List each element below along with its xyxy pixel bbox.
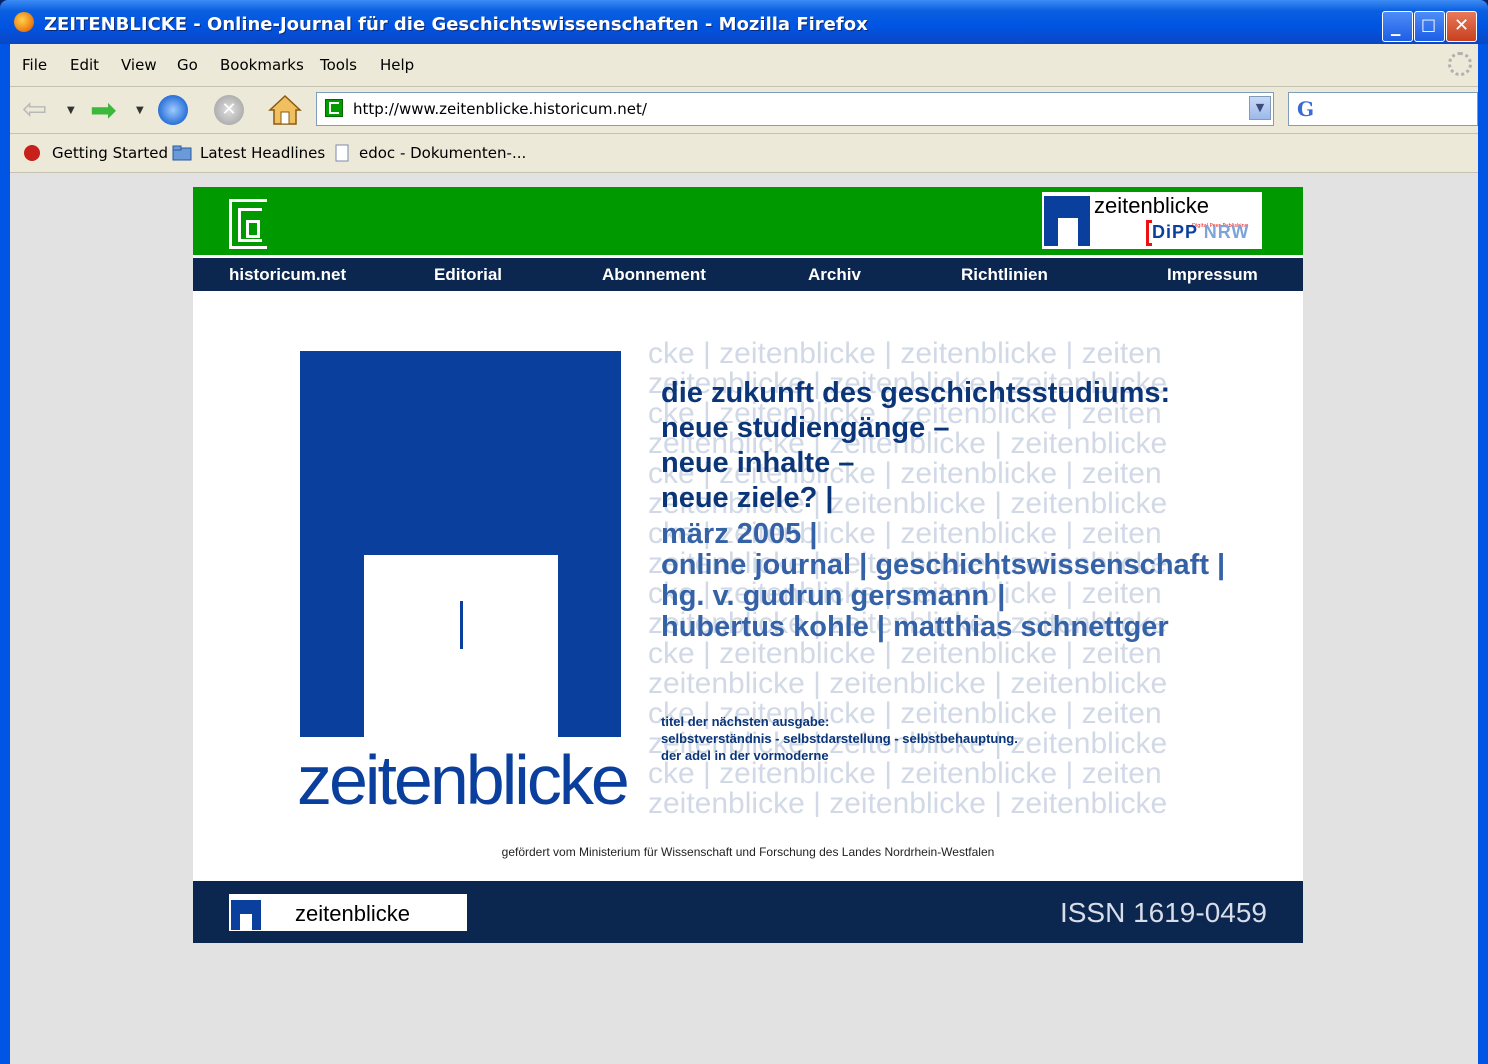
window-frame-left	[0, 44, 10, 1064]
bookmarks-toolbar: Getting Started Latest Headlines edoc - …	[10, 134, 1478, 173]
sponsor-note: gefördert vom Ministerium für Wissenscha…	[501, 845, 995, 859]
menu-help[interactable]: Help	[380, 56, 414, 74]
maximize-button[interactable]: □	[1414, 11, 1445, 42]
window-titlebar[interactable]: ZEITENBLICKE - Online-Journal für die Ge…	[0, 0, 1488, 44]
footer-logo[interactable]: zeitenblicke	[229, 894, 467, 931]
pattern-row: cke | zeitenblicke | zeitenblicke | zeit…	[648, 637, 1162, 670]
next-issue-title: selbstverständnis - selbstdarstellung - …	[661, 731, 1018, 746]
historicum-logo-icon[interactable]	[229, 199, 267, 249]
logo-word: zeitenblicke	[1094, 193, 1209, 218]
editors-line: hubertus kohle | matthias schnettger	[661, 611, 1169, 643]
back-history-dropdown-icon[interactable]: ▼	[67, 105, 75, 116]
zeitenblicke-wordmark: zeitenblicke	[297, 741, 630, 819]
issue-date: märz 2005 |	[661, 518, 818, 550]
page-icon	[335, 144, 349, 162]
zeitenblicke-logo-graphic	[300, 351, 621, 737]
bookmark-getting-started[interactable]: Getting Started	[52, 144, 168, 162]
search-box[interactable]: G	[1288, 92, 1478, 126]
bookmark-latest-headlines[interactable]: Latest Headlines	[200, 144, 325, 162]
menu-file[interactable]: File	[22, 56, 47, 74]
zeitenblicke-dipp-logo[interactable]: zeitenblicke Digital Peer Publishing DiP…	[1042, 192, 1262, 249]
dipp-text: DiPP	[1152, 222, 1198, 242]
minimize-button[interactable]: ▁	[1382, 11, 1413, 42]
navigation-toolbar: ⇦ ▼ ➡ ▼ ✕ http://www.zeitenblicke.histor…	[10, 87, 1478, 134]
menu-edit[interactable]: Edit	[70, 56, 99, 74]
getting-started-icon	[24, 145, 40, 161]
nrw-text: NRW	[1203, 222, 1250, 242]
menu-bar: File Edit View Go Bookmarks Tools Help	[10, 44, 1478, 87]
web-page: zeitenblicke Digital Peer Publishing DiP…	[193, 187, 1303, 943]
dipp-nrw-label: DiPP NRW	[1146, 222, 1249, 243]
pattern-row: zeitenblicke | zeitenblicke | zeitenblic…	[648, 667, 1168, 700]
site-navigation: historicum.net Editorial Abonnement Arch…	[193, 258, 1303, 291]
home-icon	[268, 94, 302, 125]
pattern-row: zeitenblicke | zeitenblicke | zeitenblic…	[648, 787, 1168, 818]
url-text[interactable]: http://www.zeitenblicke.historicum.net/	[353, 100, 647, 118]
bookmark-edoc[interactable]: edoc - Dokumenten-...	[359, 144, 526, 162]
url-dropdown-button[interactable]: ▼	[1249, 96, 1271, 120]
address-bar[interactable]: http://www.zeitenblicke.historicum.net/ …	[316, 92, 1274, 126]
menu-bookmarks[interactable]: Bookmarks	[220, 56, 304, 74]
home-button[interactable]	[268, 93, 302, 127]
menu-tools[interactable]: Tools	[320, 56, 357, 74]
nav-historicum[interactable]: historicum.net	[229, 265, 346, 285]
browser-viewport[interactable]: zeitenblicke Digital Peer Publishing DiP…	[10, 173, 1478, 1064]
forward-button[interactable]: ➡	[90, 93, 124, 127]
issn-label: ISSN 1619-0459	[1059, 897, 1267, 928]
headline-line[interactable]: neue ziele? |	[661, 484, 834, 513]
headline-line[interactable]: neue studiengänge –	[661, 414, 949, 443]
forward-history-dropdown-icon[interactable]: ▼	[136, 105, 144, 116]
reload-button[interactable]	[158, 95, 188, 125]
next-issue-note[interactable]: titel der nächsten ausgabe: selbstverstä…	[661, 713, 1018, 764]
nav-richtlinien[interactable]: Richtlinien	[961, 265, 1048, 285]
editors-line: hg. v. gudrun gersmann |	[661, 580, 1006, 612]
throbber-icon	[1448, 52, 1472, 76]
headline-line[interactable]: neue inhalte –	[661, 449, 854, 478]
nav-archiv[interactable]: Archiv	[808, 265, 861, 285]
next-issue-label: titel der nächsten ausgabe:	[661, 714, 830, 729]
page-header: zeitenblicke Digital Peer Publishing DiP…	[193, 187, 1303, 255]
window-frame-right	[1478, 44, 1488, 1064]
logo-door-shape	[364, 555, 558, 737]
page-footer: zeitenblicke ISSN 1619-0459	[193, 881, 1303, 943]
journal-subtitle: online journal | geschichtswissenschaft …	[661, 549, 1226, 581]
nav-abonnement[interactable]: Abonnement	[602, 265, 706, 285]
footer-logo-square-icon	[231, 900, 261, 930]
nav-editorial[interactable]: Editorial	[434, 265, 502, 285]
nav-impressum[interactable]: Impressum	[1167, 265, 1258, 285]
window-title: ZEITENBLICKE - Online-Journal für die Ge…	[44, 14, 868, 35]
logo-square-icon	[1044, 196, 1090, 246]
headline-line[interactable]: die zukunft des geschichtsstudiums:	[661, 379, 1170, 408]
firefox-icon	[14, 12, 34, 32]
menu-go[interactable]: Go	[177, 56, 198, 74]
folder-icon	[172, 145, 192, 161]
pattern-row: cke | zeitenblicke | zeitenblicke | zeit…	[648, 339, 1162, 370]
back-button[interactable]: ⇦	[22, 93, 56, 127]
stop-button[interactable]: ✕	[214, 95, 244, 125]
footer-logo-word: zeitenblicke	[295, 901, 410, 926]
google-search-icon[interactable]: G	[1297, 97, 1314, 121]
next-issue-subtitle: der adel in der vormoderne	[661, 748, 829, 763]
menu-view[interactable]: View	[121, 56, 157, 74]
site-favicon	[325, 99, 343, 117]
close-button[interactable]: ✕	[1446, 11, 1477, 42]
